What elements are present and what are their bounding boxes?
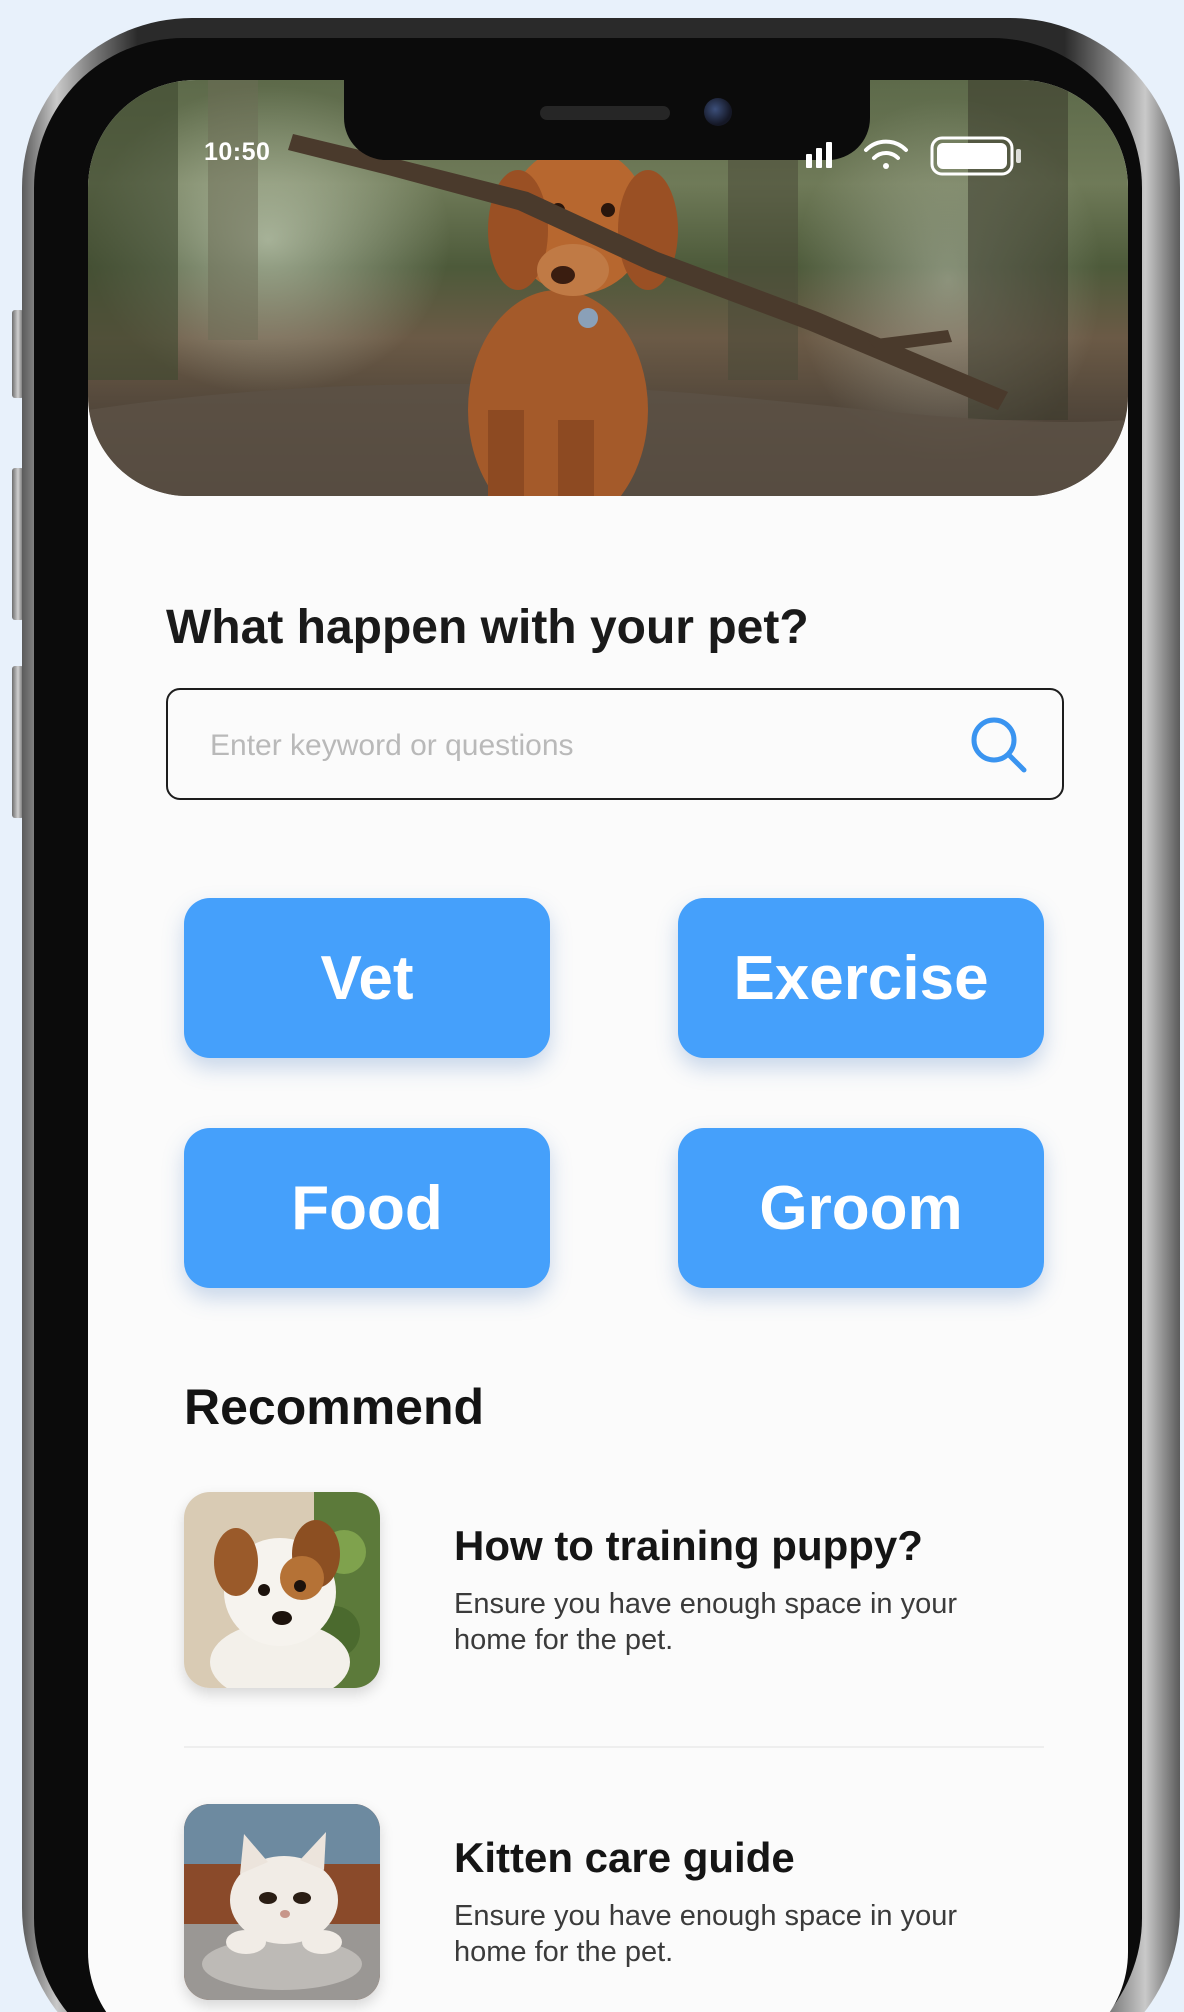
kitten-thumbnail	[184, 1804, 380, 2000]
kitten-photo	[184, 1804, 380, 2000]
puppy-photo	[184, 1492, 380, 1688]
recommend-item-description: Ensure you have enough space in your hom…	[454, 1900, 958, 1968]
status-icons	[806, 136, 1021, 176]
recommend-item-title: How to training puppy?	[454, 1522, 923, 1569]
list-divider	[184, 1746, 1044, 1748]
puppy-thumbnail	[184, 1492, 380, 1688]
recommend-item-puppy[interactable]: How to training puppy? Ensure you have e…	[184, 1492, 1044, 1688]
recommend-heading: Recommend	[184, 1379, 485, 1435]
recommend-item-title: Kitten care guide	[454, 1834, 795, 1881]
signal-icon	[806, 142, 832, 168]
page-title: What happen with your pet?	[166, 601, 809, 654]
battery-icon	[930, 136, 1021, 176]
search-bar[interactable]	[166, 688, 1064, 800]
search-icon[interactable]	[968, 714, 1030, 776]
wifi-icon	[864, 139, 908, 169]
food-button[interactable]: Food	[184, 1128, 550, 1288]
page: 10:50 What happen with your pet? Enter k…	[0, 0, 1184, 2012]
speaker-grille	[540, 106, 670, 120]
search-input[interactable]	[208, 716, 912, 776]
recommend-item-kitten[interactable]: Kitten care guide Ensure you have enough…	[184, 1804, 1044, 2000]
app-screen: 10:50 What happen with your pet? Enter k…	[88, 80, 1128, 2012]
status-time: 10:50	[204, 138, 271, 166]
front-camera	[704, 98, 732, 126]
groom-button[interactable]: Groom	[678, 1128, 1044, 1288]
recommend-item-description: Ensure you have enough space in your hom…	[454, 1588, 958, 1656]
notch	[344, 80, 870, 160]
exercise-button[interactable]: Exercise	[678, 898, 1044, 1058]
vet-button[interactable]: Vet	[184, 898, 550, 1058]
